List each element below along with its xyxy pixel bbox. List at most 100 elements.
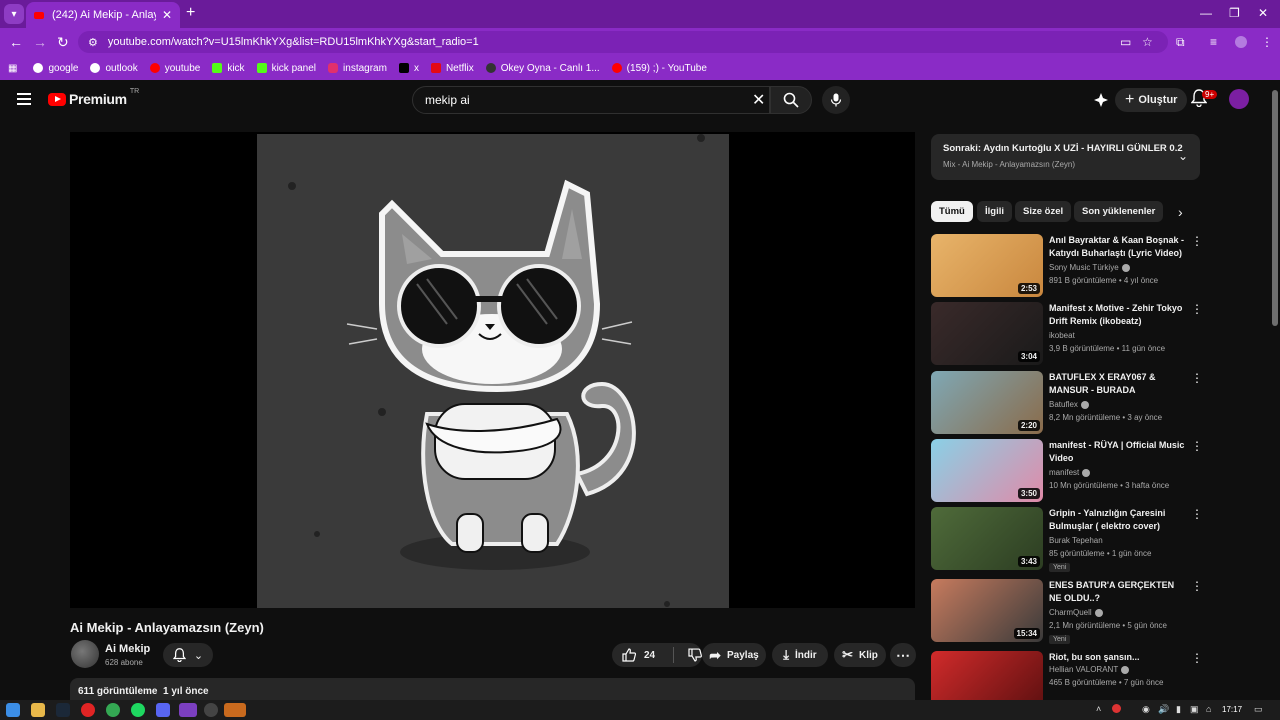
search-button[interactable] <box>770 86 812 114</box>
active-tab[interactable]: (242) Ai Mekip - Anlayamazsın ( ✕ <box>26 2 180 28</box>
more-vertical-icon[interactable]: ⋮ <box>1191 234 1203 248</box>
video-frame-cat-illustration[interactable] <box>257 134 729 608</box>
back-icon[interactable]: ← <box>9 34 23 50</box>
recommendation-channel[interactable]: Sony Music Türkiye <box>1049 263 1130 272</box>
minimize-icon[interactable]: — <box>1200 6 1212 20</box>
start-menu-icon[interactable] <box>6 703 20 717</box>
bookmark-google[interactable]: google <box>33 63 78 74</box>
bookmark-okey[interactable]: Okey Oyna - Canlı 1... <box>485 63 600 74</box>
volume-icon[interactable]: 🔊 <box>1158 704 1169 715</box>
recommendation-title[interactable]: BATUFLEX X ERAY067 & MANSUR - BURADA SOK… <box>1049 371 1187 397</box>
youtube-premium-logo[interactable]: Premium TR <box>48 88 139 107</box>
tray-expand-icon[interactable]: ˄ <box>1096 704 1101 714</box>
opera-icon[interactable] <box>81 703 95 717</box>
page-scrollbar[interactable] <box>1272 90 1278 326</box>
close-window-icon[interactable]: ✕ <box>1258 6 1268 20</box>
recommendation-title[interactable]: Gripin - Yalnızlığın Çaresini Bulmuşlar … <box>1049 507 1187 533</box>
share-button[interactable]: ➦ Paylaş <box>702 643 766 667</box>
recommendation-channel[interactable]: manifest <box>1049 468 1091 477</box>
notification-center-icon[interactable]: ▭ <box>1254 704 1263 715</box>
more-vertical-icon[interactable]: ⋮ <box>1191 579 1203 593</box>
recommendation-item[interactable]: 3:50 manifest - RÜYA | Official Music Vid… <box>931 439 1203 503</box>
extensions-icon[interactable]: ⧉ <box>1176 35 1185 50</box>
bookmark-outlook[interactable]: outlook <box>90 63 138 74</box>
bookmark-youtube[interactable]: youtube <box>149 63 200 74</box>
reload-icon[interactable]: ↻ <box>57 34 69 51</box>
video-thumbnail[interactable]: 2:53 <box>931 234 1043 297</box>
subscription-bell-button[interactable]: ⌄ <box>163 643 213 667</box>
site-info-icon[interactable]: ⚙ <box>88 36 98 49</box>
more-vertical-icon[interactable]: ⋮ <box>1191 651 1203 665</box>
recommendation-title[interactable]: ENES BATUR'A GERÇEKTEN NE OLDU..? <box>1049 579 1187 605</box>
recommendation-item[interactable]: 2:20 BATUFLEX X ERAY067 & MANSUR - BURADA… <box>931 371 1203 435</box>
channel-name[interactable]: Ai Mekip <box>105 643 150 655</box>
chevron-right-icon[interactable]: › <box>1178 204 1183 220</box>
recommendation-item[interactable]: 3:43 Gripin - Yalnızlığın Çaresini Bulmuş… <box>931 507 1203 572</box>
bookmark-netflix[interactable]: Netflix <box>430 63 474 74</box>
app-icon[interactable] <box>204 703 218 717</box>
more-vertical-icon[interactable]: ⋮ <box>1191 371 1203 385</box>
chrome-active-icon[interactable] <box>179 703 197 717</box>
ai-sparkle-icon[interactable] <box>1093 92 1109 113</box>
clip-button[interactable]: ✂ Klip <box>834 643 886 667</box>
recommendation-channel[interactable]: ikobeat <box>1049 331 1075 340</box>
chip-for-you[interactable]: Size özel <box>1015 201 1072 222</box>
hamburger-menu-icon[interactable] <box>17 93 31 105</box>
channel-avatar[interactable] <box>71 640 99 668</box>
video-thumbnail[interactable]: 3:43 <box>931 507 1043 570</box>
discord-icon[interactable] <box>156 703 170 717</box>
create-button[interactable]: + Oluştur <box>1115 88 1188 112</box>
recommendation-title[interactable]: manifest - RÜYA | Official Music Video <box>1049 439 1187 465</box>
recommendation-channel[interactable]: Batuflex <box>1049 400 1089 409</box>
forward-icon[interactable]: → <box>33 34 47 50</box>
recommendation-item[interactable]: 15:34 ENES BATUR'A GERÇEKTEN NE OLDU..? Ch… <box>931 579 1203 644</box>
chip-recent[interactable]: Son yüklenenler <box>1074 201 1164 222</box>
more-vertical-icon[interactable]: ⋮ <box>1191 302 1203 316</box>
clear-search-icon[interactable]: ✕ <box>752 90 765 110</box>
voice-search-button[interactable] <box>822 86 850 114</box>
steam-tray-icon[interactable]: ◉ <box>1142 704 1150 715</box>
bookmark-instagram[interactable]: instagram <box>328 63 387 74</box>
recommendation-channel[interactable]: CharmQuell <box>1049 608 1103 617</box>
video-thumbnail[interactable]: 3:04 <box>931 302 1043 365</box>
recommendation-title[interactable]: Manifest x Motive - Zehir Tokyo Drift Re… <box>1049 302 1187 328</box>
chip-all[interactable]: Tümü <box>931 201 973 222</box>
network-icon[interactable]: ⌂ <box>1206 704 1211 714</box>
more-vertical-icon[interactable]: ⋮ <box>1191 439 1203 453</box>
recommendation-item[interactable]: 3:04 Manifest x Motive - Zehir Tokyo Drif… <box>931 302 1203 366</box>
new-tab-icon[interactable]: + <box>186 4 195 22</box>
recommendation-channel[interactable]: Hellian VALORANT <box>1049 665 1130 674</box>
recommendation-title[interactable]: Anıl Bayraktar & Kaan Boşnak - Katıydı B… <box>1049 234 1187 260</box>
search-input[interactable]: mekip ai <box>412 86 770 114</box>
steam-active-icon[interactable] <box>224 703 246 717</box>
profile-icon[interactable] <box>1235 36 1247 48</box>
address-bar[interactable]: ⚙ youtube.com/watch?v=U15lmKhkYXg&list=R… <box>78 31 1168 53</box>
chrome-icon[interactable] <box>106 703 120 717</box>
browser-menu-icon[interactable]: ⋮ <box>1261 35 1273 49</box>
cast-icon[interactable]: ▭ <box>1120 35 1131 49</box>
video-thumbnail[interactable]: 2:20 <box>931 371 1043 434</box>
download-button[interactable]: ⤓ İndir <box>772 643 828 667</box>
user-avatar[interactable] <box>1229 89 1249 109</box>
recommendation-item[interactable]: 2:53 Anıl Bayraktar & Kaan Boşnak - Katıy… <box>931 234 1203 298</box>
chip-related[interactable]: İlgili <box>977 201 1012 222</box>
thumbs-down-icon[interactable] <box>688 648 702 662</box>
bookmark-kick[interactable]: kick <box>212 63 245 74</box>
mix-playlist-card[interactable]: Sonraki: Aydın Kurtoğlu X UZİ - HAYIRLI … <box>931 134 1200 180</box>
video-thumbnail[interactable]: 15:34 <box>931 579 1043 642</box>
bookmark-youtube-159[interactable]: (159) ;) - YouTube <box>611 63 707 74</box>
recommendation-title[interactable]: Riot, bu son şansın... <box>1049 651 1187 664</box>
close-tab-icon[interactable]: ✕ <box>162 8 172 22</box>
bookmark-star-icon[interactable]: ☆ <box>1142 35 1153 49</box>
steam-icon[interactable] <box>56 703 70 717</box>
file-explorer-icon[interactable] <box>31 703 45 717</box>
microphone-tray-icon[interactable]: ▮ <box>1176 704 1181 715</box>
bookmark-x[interactable]: x <box>398 63 419 74</box>
like-button[interactable]: 24 <box>622 648 655 662</box>
video-thumbnail[interactable]: 3:50 <box>931 439 1043 502</box>
reading-list-icon[interactable]: ≡ <box>1210 35 1217 49</box>
tab-search-icon[interactable]: ▾ <box>4 4 24 24</box>
more-vertical-icon[interactable]: ⋮ <box>1191 507 1203 521</box>
more-actions-button[interactable]: ⋯ <box>890 643 916 667</box>
tray-app-icon[interactable] <box>1112 704 1121 713</box>
